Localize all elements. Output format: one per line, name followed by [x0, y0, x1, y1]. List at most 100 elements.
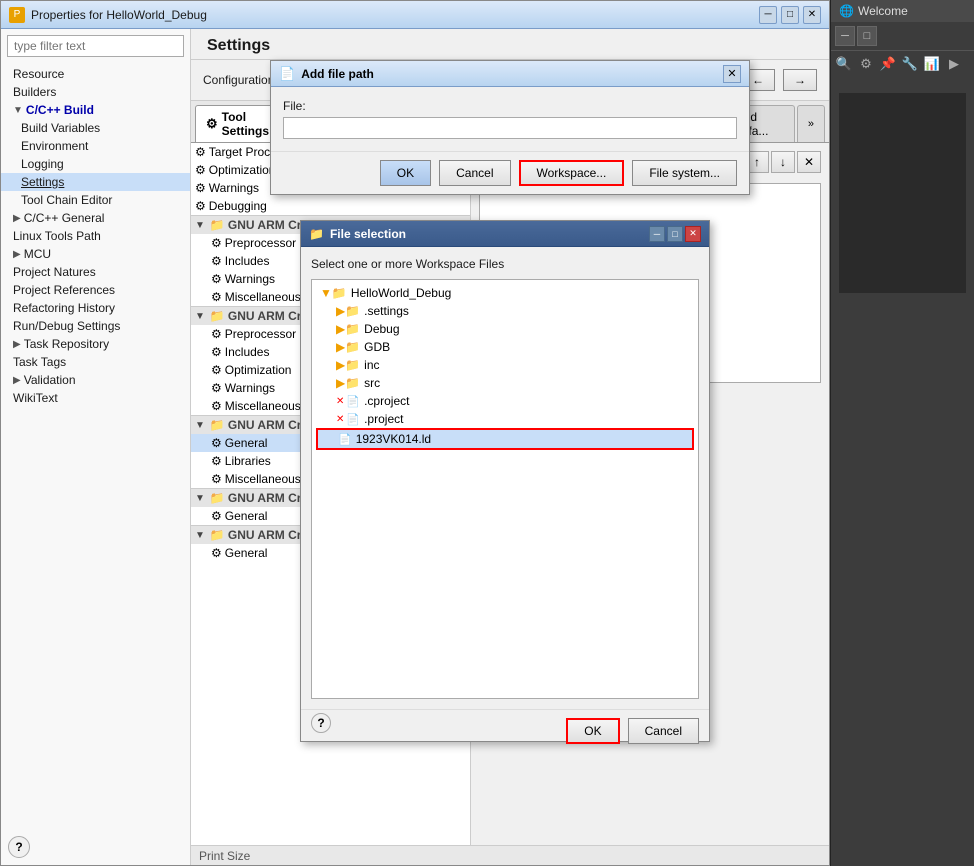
ft-cproject-label: .cproject — [364, 394, 409, 408]
add-file-cancel-button[interactable]: Cancel — [439, 160, 510, 186]
asm-inc-icon: ⚙ — [211, 254, 222, 268]
sidebar-item-wikitext[interactable]: WikiText — [1, 389, 190, 407]
bottom-text: Print Size — [199, 849, 250, 863]
ft-root-label: HelloWorld_Debug — [351, 286, 452, 300]
add-file-dialog-title-bar: 📄 Add file path ✕ — [271, 61, 749, 87]
ep-gear-icon[interactable]: ⚙ — [857, 55, 875, 73]
maximize-button[interactable]: □ — [781, 6, 799, 24]
main-help-button[interactable]: ? — [8, 836, 30, 858]
sidebar: Resource Builders ▼ C/C++ Build Build Va… — [1, 29, 191, 865]
sidebar-item-run-debug[interactable]: Run/Debug Settings — [1, 317, 190, 335]
add-file-dialog-close[interactable]: ✕ — [723, 65, 741, 83]
sidebar-item-task-repo[interactable]: ▶ Task Repository — [1, 335, 190, 353]
file-tree: ▼📁 HelloWorld_Debug ▶📁 .settings ▶📁 Debu… — [311, 279, 699, 699]
src-folder-icon: ▶📁 — [336, 376, 360, 390]
linker-lib-icon: ⚙ — [211, 454, 222, 468]
eclipse-dark-area — [839, 93, 966, 293]
config-label: Configuration: — [203, 73, 278, 87]
ep-search-icon[interactable]: 🔍 — [835, 55, 853, 73]
flash-folder-icon: 📁 — [210, 491, 225, 505]
ep-pin-icon[interactable]: 📌 — [879, 55, 897, 73]
expand-arrow: ▼ — [13, 105, 23, 116]
tree-debugging[interactable]: ⚙ Debugging — [191, 197, 470, 215]
file-sel-ok-button[interactable]: OK — [566, 718, 619, 744]
ft-ld-file[interactable]: 📄 1923VK014.ld — [316, 428, 694, 450]
tp-icon: ⚙ — [195, 145, 206, 159]
sidebar-item-project-natures[interactable]: Project Natures — [1, 263, 190, 281]
file-sel-help-button[interactable]: ? — [311, 713, 331, 733]
file-sel-minimize[interactable]: ─ — [649, 226, 665, 242]
sidebar-item-cc-build[interactable]: ▼ C/C++ Build — [1, 101, 190, 119]
print-gen-icon: ⚙ — [211, 546, 222, 560]
sidebar-item-logging[interactable]: Logging — [1, 155, 190, 173]
flash-gen-icon: ⚙ — [211, 509, 222, 523]
ft-project[interactable]: ✕📄 .project — [316, 410, 694, 428]
sidebar-tree: Resource Builders ▼ C/C++ Build Build Va… — [1, 63, 190, 865]
print-folder-icon: 📁 — [210, 528, 225, 542]
move-down-script-button[interactable]: ↓ — [771, 151, 795, 173]
expand-arrow-val: ▶ — [13, 375, 21, 386]
file-sel-body: Select one or more Workspace Files ▼📁 He… — [301, 247, 709, 709]
ep-minimize[interactable]: ─ — [835, 26, 855, 46]
ft-src-label: src — [364, 376, 380, 390]
assembler-expand: ▼ — [195, 220, 205, 231]
ft-inc[interactable]: ▶📁 inc — [316, 356, 694, 374]
ft-gdb[interactable]: ▶📁 GDB — [316, 338, 694, 356]
close-button[interactable]: ✕ — [803, 6, 821, 24]
file-sel-maximize[interactable]: □ — [667, 226, 683, 242]
sidebar-item-settings[interactable]: Settings — [1, 173, 190, 191]
sidebar-item-resource[interactable]: Resource — [1, 65, 190, 83]
sidebar-item-build-variables[interactable]: Build Variables — [1, 119, 190, 137]
tab-more[interactable]: » — [797, 105, 825, 142]
add-file-ok-button[interactable]: OK — [380, 160, 431, 186]
ft-cproject[interactable]: ✕📄 .cproject — [316, 392, 694, 410]
sidebar-item-builders[interactable]: Builders — [1, 83, 190, 101]
cc-opt-icon: ⚙ — [211, 363, 222, 377]
delete-script-button[interactable]: ✕ — [797, 151, 821, 173]
ep-play-icon[interactable]: ▶ — [945, 55, 963, 73]
cc-warn-icon: ⚙ — [211, 381, 222, 395]
file-sel-close[interactable]: ✕ — [685, 226, 701, 242]
sidebar-item-task-tags[interactable]: Task Tags — [1, 353, 190, 371]
add-file-dialog: 📄 Add file path ✕ File: OK Cancel Worksp… — [270, 60, 750, 195]
ep-chart-icon[interactable]: 📊 — [923, 55, 941, 73]
eclipse-panel: 🌐 Welcome ─ □ 🔍 ⚙ 📌 🔧 📊 ▶ — [830, 0, 974, 866]
file-sel-dialog-title: File selection — [330, 227, 643, 241]
gdb-folder-icon: ▶📁 — [336, 340, 360, 354]
ft-src[interactable]: ▶📁 src — [316, 374, 694, 392]
file-sel-footer: ? OK Cancel — [301, 709, 709, 741]
sidebar-item-environment[interactable]: Environment — [1, 137, 190, 155]
eclipse-content — [831, 77, 974, 301]
linker-gen-icon: ⚙ — [211, 436, 222, 450]
sidebar-item-mcu[interactable]: ▶ MCU — [1, 245, 190, 263]
ft-debug[interactable]: ▶📁 Debug — [316, 320, 694, 338]
sidebar-item-linux-tools[interactable]: Linux Tools Path — [1, 227, 190, 245]
sidebar-item-tool-chain-editor[interactable]: Tool Chain Editor — [1, 191, 190, 209]
ep-maximize[interactable]: □ — [857, 26, 877, 46]
filter-input[interactable] — [7, 35, 184, 57]
file-sel-title-bar: 📁 File selection ─ □ ✕ — [301, 221, 709, 247]
sidebar-item-project-references[interactable]: Project References — [1, 281, 190, 299]
ft-root[interactable]: ▼📁 HelloWorld_Debug — [316, 284, 694, 302]
print-expand: ▼ — [195, 530, 205, 541]
sidebar-item-validation[interactable]: ▶ Validation — [1, 371, 190, 389]
workspace-button[interactable]: Workspace... — [519, 160, 625, 186]
ft-debug-label: Debug — [364, 322, 399, 336]
nav-fwd-button[interactable]: → — [783, 69, 817, 91]
flash-expand: ▼ — [195, 493, 205, 504]
ep-wrench-icon[interactable]: 🔧 — [901, 55, 919, 73]
eclipse-panel-header: 🌐 Welcome — [831, 0, 974, 22]
file-sel-cancel-button[interactable]: Cancel — [628, 718, 699, 744]
project-file-icon: ✕📄 — [336, 413, 360, 426]
ft-settings[interactable]: ▶📁 .settings — [316, 302, 694, 320]
sidebar-item-cc-general[interactable]: ▶ C/C++ General — [1, 209, 190, 227]
filesystem-button[interactable]: File system... — [632, 160, 737, 186]
bottom-bar: Print Size — [191, 845, 829, 865]
ld-file-icon: 📄 — [338, 433, 352, 446]
settings-folder-icon: ▶📁 — [336, 304, 360, 318]
minimize-button[interactable]: ─ — [759, 6, 777, 24]
file-path-input[interactable] — [283, 117, 737, 139]
dbg-icon: ⚙ — [195, 199, 206, 213]
window-icon: P — [9, 7, 25, 23]
sidebar-item-refactoring[interactable]: Refactoring History — [1, 299, 190, 317]
